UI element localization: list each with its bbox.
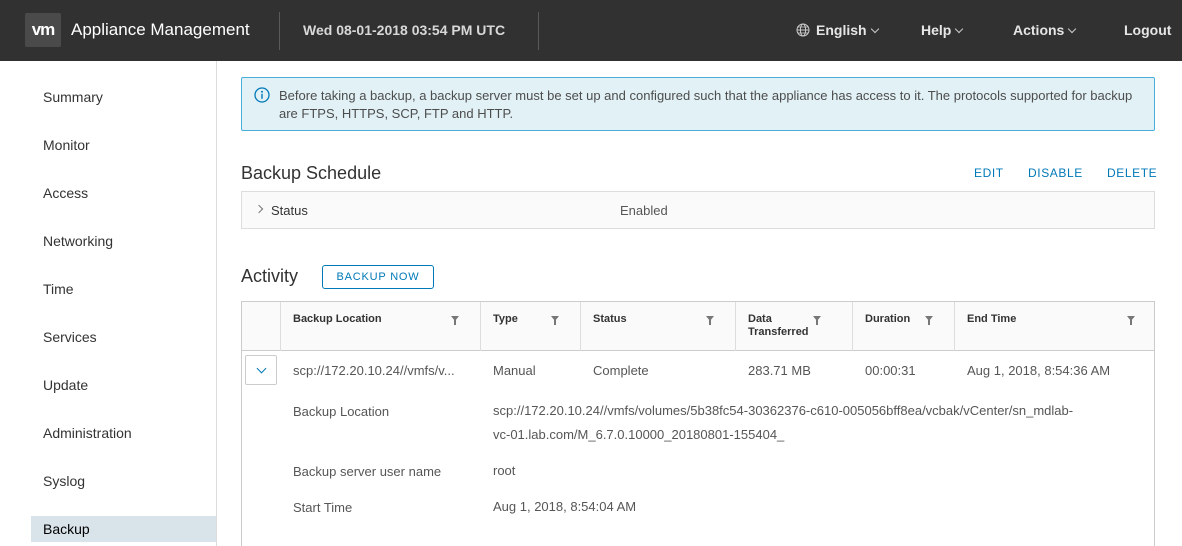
column-label-line: Data [748, 313, 772, 325]
actions-menu[interactable]: Actions [1013, 22, 1077, 38]
column-label-line: Transferred [748, 326, 809, 338]
detail-location-line: vc-01.lab.com/M_6.7.0.10000_20180801-155… [493, 427, 785, 442]
detail-user-value: root [493, 463, 516, 478]
filter-icon[interactable] [551, 316, 559, 325]
filter-icon[interactable] [706, 316, 714, 325]
app-title: Appliance Management [71, 20, 250, 39]
sidebar-item-update[interactable]: Update [31, 372, 216, 398]
globe-icon [796, 23, 810, 37]
sidebar-item-administration[interactable]: Administration [31, 420, 216, 446]
column-label: Status [593, 313, 627, 325]
filter-icon[interactable] [813, 316, 821, 325]
vmware-logo: vm [25, 13, 61, 47]
chevron-right-icon [254, 204, 264, 214]
help-label: Help [921, 22, 952, 38]
backup-schedule-title: Backup Schedule [241, 163, 382, 183]
sidebar-item-access[interactable]: Access [31, 180, 216, 206]
chevron-down-icon [256, 363, 267, 374]
header-divider [279, 12, 280, 50]
cell-status: Complete [593, 363, 649, 378]
info-alert: Before taking a backup, a backup server … [241, 77, 1155, 131]
detail-location-value: scp://172.20.10.24//vmfs/volumes/5b38fc5… [493, 399, 1073, 447]
column-label: Duration [865, 313, 911, 325]
column-label: Backup Location [293, 313, 382, 325]
activity-title: Activity [241, 266, 299, 286]
column-data-transferred[interactable]: Data Transferred [735, 302, 852, 351]
alert-text: Before taking a backup, a backup server … [279, 88, 1133, 121]
activity-datagrid: Backup Location Type Status Data Transfer… [241, 301, 1155, 546]
column-label: End Time [967, 313, 1017, 325]
main-content: Before taking a backup, a backup server … [217, 61, 1182, 546]
detail-location-label: Backup Location [293, 404, 390, 419]
column-label: Type [493, 313, 518, 325]
row-expand-button[interactable] [245, 355, 277, 385]
help-menu[interactable]: Help [921, 22, 964, 38]
actions-label: Actions [1013, 22, 1065, 38]
cell-type: Manual [493, 363, 536, 378]
sidebar-item-summary[interactable]: Summary [31, 84, 216, 110]
status-value: Enabled [620, 203, 668, 218]
chevron-down-icon [1068, 24, 1077, 33]
chevron-down-icon [955, 24, 964, 33]
header-datetime: Wed 08-01-2018 03:54 PM UTC [303, 22, 506, 38]
disable-button[interactable]: DISABLE [1028, 166, 1083, 180]
detail-user-label: Backup server user name [293, 464, 442, 479]
chevron-down-icon [870, 24, 879, 33]
filter-icon[interactable] [451, 316, 459, 325]
delete-button[interactable]: DELETE [1107, 166, 1157, 180]
cell-backup-location: scp://172.20.10.24//vmfs/v... [293, 363, 455, 378]
column-backup-location[interactable]: Backup Location [280, 302, 480, 351]
header-divider [538, 12, 539, 50]
detail-start-value: Aug 1, 2018, 8:54:04 AM [493, 499, 637, 514]
column-status[interactable]: Status [580, 302, 735, 351]
cell-data-transferred: 283.71 MB [748, 363, 811, 378]
schedule-status-row[interactable]: Status Enabled [241, 191, 1155, 229]
cell-duration: 00:00:31 [865, 363, 916, 378]
column-duration[interactable]: Duration [852, 302, 954, 351]
column-end-time[interactable]: End Time [954, 302, 1154, 351]
column-label: Data Transferred [748, 313, 809, 339]
detail-location-line: scp://172.20.10.24//vmfs/volumes/5b38fc5… [493, 403, 1074, 418]
sidebar-item-time[interactable]: Time [31, 276, 216, 302]
top-header: vm Appliance Management Wed 08-01-2018 0… [0, 0, 1182, 61]
backup-now-button[interactable]: BACKUP NOW [322, 265, 434, 289]
language-label: English [816, 22, 867, 38]
column-type[interactable]: Type [480, 302, 580, 351]
edit-button[interactable]: EDIT [974, 166, 1004, 180]
detail-start-label: Start Time [293, 500, 353, 515]
logout-link[interactable]: Logout [1124, 22, 1171, 38]
cell-end-time: Aug 1, 2018, 8:54:36 AM [967, 363, 1111, 378]
sidebar-item-services[interactable]: Services [31, 324, 216, 350]
sidebar: Summary Monitor Access Networking Time S… [0, 61, 217, 546]
datagrid-header: Backup Location Type Status Data Transfer… [242, 302, 1154, 351]
info-circle-icon [254, 87, 270, 103]
sidebar-item-backup[interactable]: Backup [31, 516, 216, 542]
status-label: Status [271, 203, 308, 218]
sidebar-item-networking[interactable]: Networking [31, 228, 216, 254]
filter-icon[interactable] [925, 316, 933, 325]
language-menu[interactable]: English [796, 22, 879, 38]
filter-icon[interactable] [1127, 316, 1135, 325]
sidebar-item-monitor[interactable]: Monitor [31, 132, 216, 158]
sidebar-item-syslog[interactable]: Syslog [31, 468, 216, 494]
